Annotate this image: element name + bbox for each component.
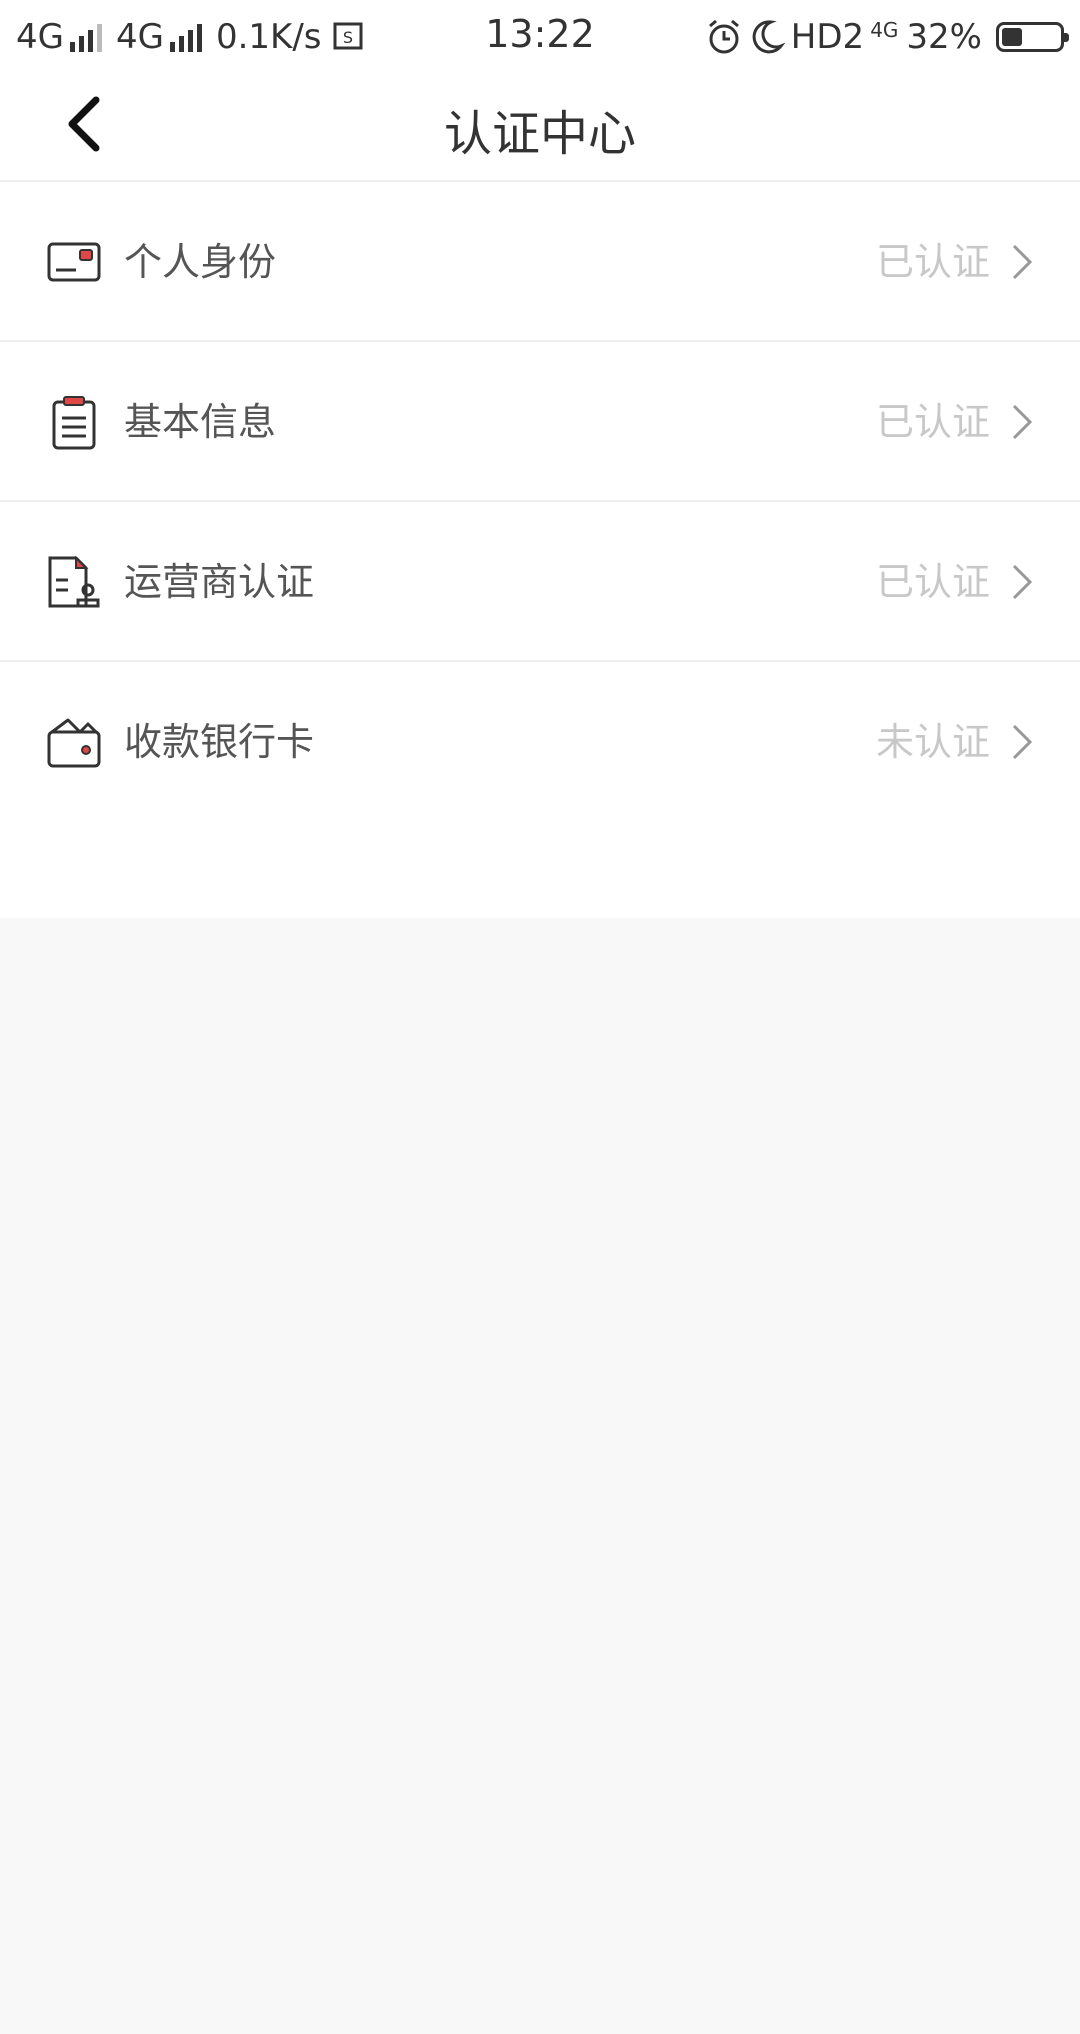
wallet-icon: [47, 718, 101, 768]
hd-label: HD2: [790, 17, 865, 57]
list-item-operator[interactable]: 运营商认证 已认证: [0, 502, 1080, 662]
chevron-right-icon: [1012, 244, 1033, 280]
battery-fill: [1002, 28, 1022, 46]
item-status: 已认证: [875, 560, 990, 604]
page-title: 认证中心: [443, 106, 636, 162]
operator-doc-icon: [48, 555, 100, 608]
item-status: 已认证: [875, 400, 990, 444]
verification-list: 个人身份 已认证 基本信息 已认证 运营商认证 已认证 收款银行卡 未认证: [0, 182, 1080, 918]
item-status: 未认证: [875, 720, 990, 764]
moon-icon: [752, 20, 785, 54]
clipboard-icon: [52, 396, 96, 450]
list-item-identity[interactable]: 个人身份 已认证: [0, 182, 1080, 342]
chevron-right-icon: [1012, 724, 1033, 760]
id-card-icon: [47, 242, 101, 282]
battery-percent: 32%: [906, 17, 982, 57]
chevron-right-icon: [1012, 404, 1033, 440]
battery-icon: [996, 22, 1069, 52]
net-small-label: 4G: [870, 18, 899, 42]
chevron-right-icon: [1012, 564, 1033, 600]
alarm-icon: [708, 19, 739, 54]
list-item-bank-card[interactable]: 收款银行卡 未认证: [0, 662, 1080, 822]
item-status: 已认证: [875, 240, 990, 284]
status-bar: 4G 4G 0.1K/s S 13:22 HD2 4G 32%: [0, 0, 1080, 72]
list-item-basic-info[interactable]: 基本信息 已认证: [0, 342, 1080, 502]
status-right: HD2 4G 32%: [705, 14, 1069, 60]
item-label: 基本信息: [124, 400, 277, 444]
nav-bar: 认证中心: [0, 72, 1080, 182]
item-label: 运营商认证: [124, 560, 315, 604]
item-label: 收款银行卡: [124, 720, 315, 764]
item-label: 个人身份: [124, 240, 277, 284]
